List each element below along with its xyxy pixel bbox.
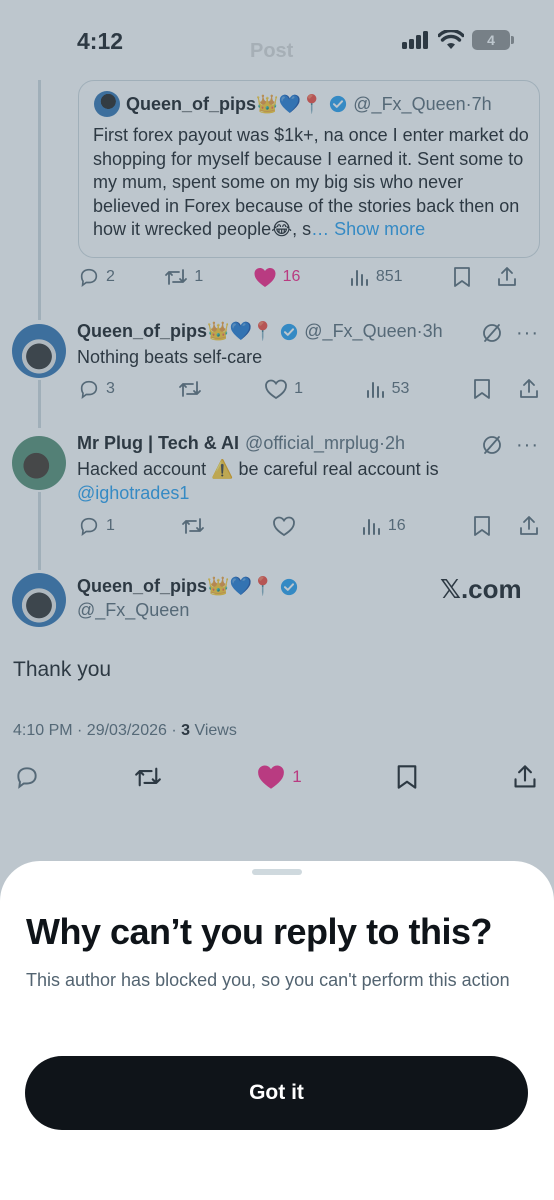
sheet-grabber[interactable] [252,869,302,875]
sheet-message: This author has blocked you, so you can'… [26,970,510,990]
got-it-button[interactable]: Got it [25,1056,528,1130]
sheet-title: Why can’t you reply to this? [26,911,493,952]
bottom-sheet: Why can’t you reply to this? This author… [0,861,554,1200]
